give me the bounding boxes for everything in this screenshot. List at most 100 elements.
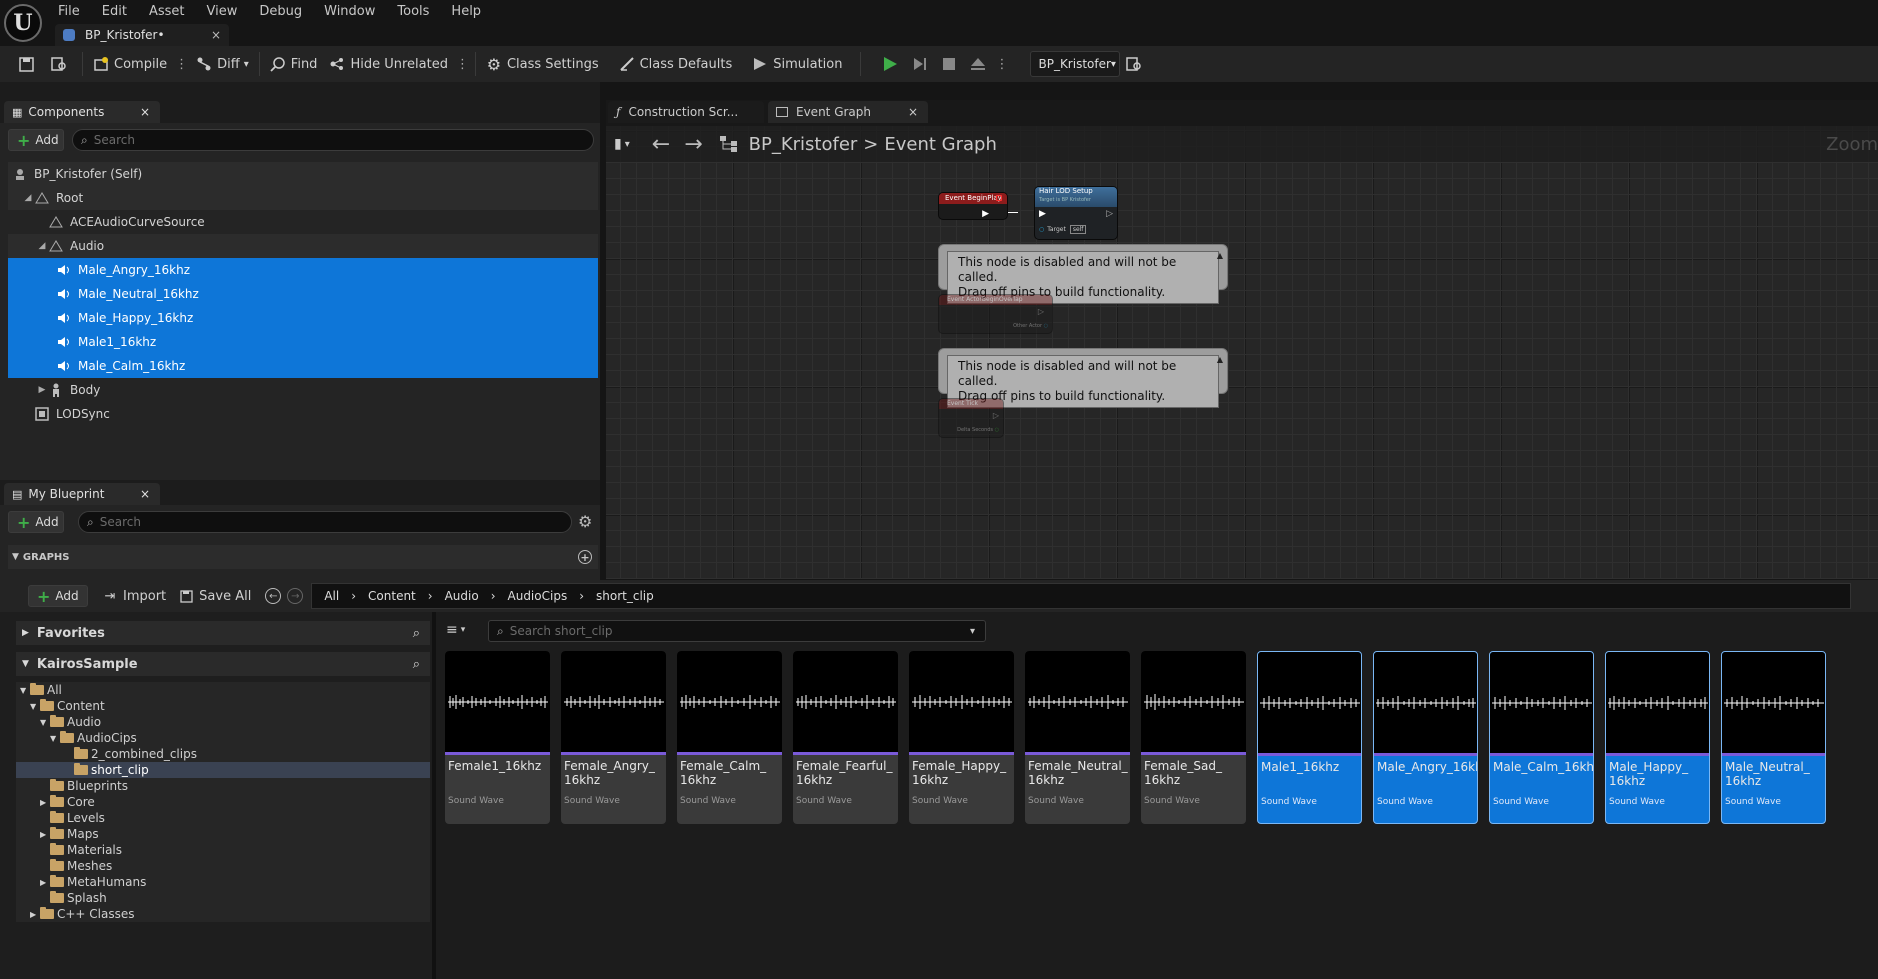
folder-row[interactable]: ▶ MetaHumans (16, 874, 430, 890)
folder-row[interactable]: Meshes (16, 858, 430, 874)
path-segment[interactable]: All (324, 589, 339, 603)
close-icon[interactable]: × (908, 105, 918, 119)
unreal-logo-icon[interactable]: U (4, 4, 42, 42)
tree-row-audio[interactable]: ◢ Audio (8, 234, 598, 258)
class-settings-button[interactable]: ⚙ Class Settings (480, 49, 605, 79)
chevron-right-icon[interactable]: › (428, 589, 433, 603)
play-button[interactable] (875, 49, 905, 79)
compile-options-icon[interactable]: ⋮ (173, 57, 190, 72)
menu-window[interactable]: Window (324, 4, 375, 19)
folder-row[interactable]: Splash (16, 890, 430, 906)
asset-tile-selected[interactable]: Male_Happy_ 16khz Sound Wave (1605, 651, 1710, 824)
exec-pin-icon[interactable]: ▷ (1038, 307, 1044, 316)
asset-search-input[interactable]: ⌕ Search short_clip ▾ (488, 620, 986, 642)
project-section[interactable]: ▼ KairosSample ⌕ (16, 652, 430, 676)
object-pin-icon[interactable]: ○ (1044, 323, 1048, 329)
tree-row-body[interactable]: ▶ Body (8, 378, 598, 402)
node-event-beginplay[interactable]: Event BeginPlay ▶ (938, 192, 1008, 220)
tree-row-audio-item[interactable]: Male_Neutral_16khz (8, 282, 598, 306)
folder-row[interactable]: ▶ C++ Classes (16, 906, 430, 922)
close-icon[interactable]: × (140, 105, 150, 119)
compile-button[interactable]: Compile (87, 49, 173, 79)
tree-row-audio-item[interactable]: Male_Calm_16khz (8, 354, 598, 378)
asset-tile-selected[interactable]: Male_Calm_16khz Sound Wave (1489, 651, 1594, 824)
asset-tile[interactable]: Female_Fearful_ 16khz Sound Wave (793, 651, 898, 824)
tree-row-acecurve[interactable]: ACEAudioCurveSource (8, 210, 598, 234)
back-arrow-icon[interactable]: ← (652, 132, 670, 157)
add-member-button[interactable]: + Add (8, 511, 64, 533)
breadcrumb-graph[interactable]: Event Graph (884, 134, 997, 155)
folder-row[interactable]: ▼ AudioCips (16, 730, 430, 746)
menu-asset[interactable]: Asset (149, 4, 185, 19)
menu-tools[interactable]: Tools (397, 4, 429, 19)
asset-tile[interactable]: Female_Happy_ 16khz Sound Wave (909, 651, 1014, 824)
tree-row-audio-item[interactable]: Male_Angry_16khz (8, 258, 598, 282)
expand-arrow-icon[interactable]: ◢ (22, 193, 34, 203)
exec-pin-icon[interactable]: ▷ (1106, 209, 1113, 219)
debug-object-select[interactable]: BP_Kristofer ▾ (1030, 51, 1121, 77)
chevron-right-icon[interactable]: › (351, 589, 356, 603)
tree-row-self[interactable]: BP_Kristofer (Self) (8, 162, 598, 186)
folder-row[interactable]: Levels (16, 810, 430, 826)
components-tab[interactable]: ▦ Components × (4, 101, 160, 123)
graphs-section-header[interactable]: ▼ GRAPHS + (8, 545, 598, 569)
collapse-icon[interactable]: ▲ (1217, 352, 1223, 367)
menu-help[interactable]: Help (451, 4, 481, 19)
path-segment[interactable]: AudioCips (508, 589, 568, 603)
tab-construction-script[interactable]: ƒ Construction Scr... (608, 101, 764, 123)
node-event-actorbeginoverlap[interactable]: Event ActorBeginOverlap ▷ Other Actor ○ (938, 294, 1053, 334)
folder-row[interactable]: ▼ Content (16, 698, 430, 714)
node-event-tick[interactable]: Event Tick ▷ Delta Seconds ○ (938, 398, 1004, 438)
asset-tile[interactable]: Female_Angry_ 16khz Sound Wave (561, 651, 666, 824)
exec-pin-icon[interactable]: ▶ (982, 209, 989, 219)
folder-row[interactable]: ▼ Audio (16, 714, 430, 730)
search-icon[interactable]: ⌕ (413, 657, 420, 672)
folder-row-selected[interactable]: short_clip (16, 762, 430, 778)
save-button[interactable] (12, 49, 45, 79)
hierarchy-icon[interactable] (719, 135, 739, 153)
folder-row[interactable]: Materials (16, 842, 430, 858)
hide-unrelated-button[interactable]: Hide Unrelated (323, 49, 454, 79)
debug-browse-button[interactable] (1120, 49, 1153, 79)
splitter[interactable] (432, 612, 436, 979)
asset-tile[interactable]: Female_Calm_ 16khz Sound Wave (677, 651, 782, 824)
expand-arrow-icon[interactable]: ◢ (36, 241, 48, 251)
exec-pin-icon[interactable]: ▶ (1039, 209, 1046, 219)
asset-tile-selected[interactable]: Male_Angry_16khz Sound Wave (1373, 651, 1478, 824)
path-segment[interactable]: short_clip (596, 589, 654, 603)
import-button[interactable]: ⇥ Import (96, 581, 172, 611)
chevron-down-icon[interactable]: ▾ (970, 626, 975, 637)
stop-button[interactable] (935, 49, 963, 79)
folder-row[interactable]: 2_combined_clips (16, 746, 430, 762)
my-blueprint-search-input[interactable]: ⌕ Search (78, 511, 572, 533)
gear-icon[interactable]: ⚙ (578, 512, 592, 531)
menu-edit[interactable]: Edit (102, 4, 127, 19)
asset-tile[interactable]: Female1_16khz Sound Wave (445, 651, 550, 824)
menu-view[interactable]: View (207, 4, 238, 19)
tree-row-lodsync[interactable]: LODSync (8, 402, 598, 426)
collapse-icon[interactable]: ▲ (1217, 248, 1223, 263)
folder-row[interactable]: ▶ Maps (16, 826, 430, 842)
menu-file[interactable]: File (58, 4, 80, 19)
forward-arrow-icon[interactable]: → (684, 132, 702, 157)
asset-tile[interactable]: Female_Sad_ 16khz Sound Wave (1141, 651, 1246, 824)
eject-button[interactable] (963, 49, 993, 79)
chevron-right-icon[interactable]: › (579, 589, 584, 603)
simulation-button[interactable]: Simulation (746, 49, 848, 79)
asset-tile-selected[interactable]: Male1_16khz Sound Wave (1257, 651, 1362, 824)
tree-row-audio-item[interactable]: Male1_16khz (8, 330, 598, 354)
forward-arrow-icon[interactable]: → (287, 588, 304, 604)
save-all-button[interactable]: Save All (172, 581, 257, 611)
path-segment[interactable]: Content (368, 589, 416, 603)
find-button[interactable]: Find (264, 49, 324, 79)
diff-button[interactable]: Diff ▾ (190, 49, 255, 79)
menu-debug[interactable]: Debug (259, 4, 302, 19)
folder-row[interactable]: ▶ Core (16, 794, 430, 810)
delegate-pin-icon[interactable] (996, 195, 1002, 201)
asset-tile-selected[interactable]: Male_Neutral_ 16khz Sound Wave (1721, 651, 1826, 824)
my-blueprint-tab[interactable]: ▤ My Blueprint × (4, 483, 160, 505)
play-options-icon[interactable]: ⋮ (993, 57, 1010, 72)
tree-row-root[interactable]: ◢ Root (8, 186, 598, 210)
class-defaults-button[interactable]: Class Defaults (613, 49, 739, 79)
path-segment[interactable]: Audio (445, 589, 479, 603)
